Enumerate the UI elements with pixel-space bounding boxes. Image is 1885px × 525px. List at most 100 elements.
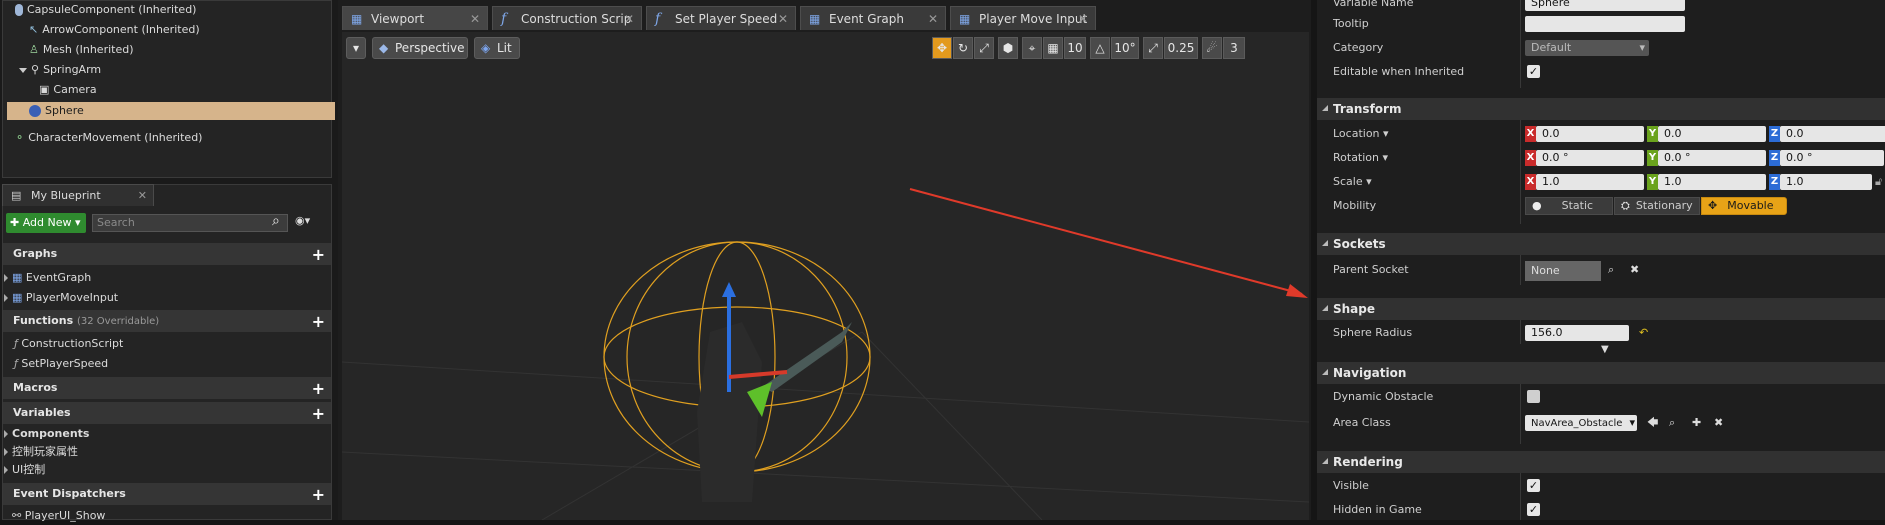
mobility-movable-button[interactable]: ✥ Movable: [1701, 197, 1787, 215]
tree-item-capsule[interactable]: CapsuleComponent (Inherited): [15, 1, 196, 19]
expand-icon: [4, 430, 8, 438]
graph-icon: ▦: [809, 12, 821, 26]
sphere-radius-input[interactable]: 156.0: [1525, 325, 1629, 341]
close-icon[interactable]: ✕: [138, 185, 147, 207]
dynamic-obstacle-checkbox[interactable]: [1527, 390, 1540, 403]
tab-construction-script[interactable]: f Construction Scrip ✕: [492, 6, 642, 30]
collapse-icon: [1322, 305, 1328, 311]
tree-item-charmovement[interactable]: ⚬ CharacterMovement (Inherited): [15, 129, 202, 147]
add-variable-icon[interactable]: +: [312, 403, 325, 425]
annotation-arrow: [909, 188, 1308, 298]
section-transform[interactable]: Transform: [1317, 98, 1885, 120]
viewport[interactable]: ▾ ◆ Perspective ◈ Lit ✥ ↻ ⤢ ⬢ ⌖ ▦ 10 △ 10°…: [342, 32, 1309, 520]
close-icon[interactable]: ✕: [928, 7, 938, 31]
add-macro-icon[interactable]: +: [312, 378, 325, 400]
clear-icon[interactable]: ✖: [1630, 258, 1639, 282]
variable-name-input[interactable]: Sphere: [1525, 0, 1685, 11]
function-item-construction[interactable]: ƒ ConstructionScript: [14, 335, 123, 353]
section-graphs[interactable]: Graphs +: [3, 243, 331, 265]
close-icon[interactable]: ✕: [624, 7, 634, 31]
close-icon[interactable]: ✕: [470, 7, 480, 31]
lock-icon[interactable]: 🔓︎: [1875, 170, 1882, 194]
tree-item-sphere[interactable]: Sphere: [7, 102, 335, 120]
hidden-in-game-checkbox[interactable]: ✓: [1527, 503, 1540, 516]
search-icon[interactable]: ⌕: [1608, 258, 1614, 282]
axis-z-label: Z: [1769, 150, 1780, 166]
tree-item-arrow[interactable]: ↖ ArrowComponent (Inherited): [29, 21, 200, 39]
tree-item-springarm[interactable]: ⚲ SpringArm: [19, 61, 101, 79]
section-variables[interactable]: Variables +: [3, 402, 331, 424]
mobility-stationary-button[interactable]: ⛭ Stationary: [1614, 197, 1700, 215]
function-item-setplayerspeed[interactable]: ƒ SetPlayerSpeed: [14, 355, 108, 373]
section-event-dispatchers[interactable]: Event Dispatchers +: [3, 483, 331, 505]
expand-icon: [4, 274, 8, 282]
axis-z-label: Z: [1769, 174, 1780, 190]
eye-icon[interactable]: ◉▾: [295, 214, 310, 227]
variable-category-components[interactable]: Components: [4, 425, 89, 443]
add-icon[interactable]: ✚: [1692, 411, 1701, 435]
section-sockets[interactable]: Sockets: [1317, 233, 1885, 255]
graph-item-playermoveinput[interactable]: ▦ PlayerMoveInput: [4, 289, 118, 307]
section-navigation[interactable]: Navigation: [1317, 362, 1885, 384]
variable-category-player-attributes[interactable]: 控制玩家属性: [4, 443, 78, 461]
mobility-static-button[interactable]: ● Static: [1525, 197, 1613, 215]
browse-icon[interactable]: ⌕: [1669, 411, 1675, 435]
location-y-input[interactable]: 0.0: [1658, 126, 1766, 142]
area-class-select[interactable]: NavArea_Obstacle ▾: [1525, 415, 1637, 431]
chevron-down-icon: ▾: [75, 216, 81, 229]
axis-y-label: Y: [1647, 174, 1658, 190]
rotation-x-input[interactable]: 0.0 °: [1536, 150, 1644, 166]
add-graph-icon[interactable]: +: [312, 244, 325, 266]
dispatcher-item[interactable]: ⚯ PlayerUI_Show: [12, 507, 105, 525]
visible-checkbox[interactable]: ✓: [1527, 479, 1540, 492]
capsule-icon: [15, 4, 23, 16]
rotation-dropdown[interactable]: Rotation ▾: [1333, 146, 1388, 170]
reset-icon[interactable]: ↶: [1639, 321, 1648, 345]
tab-event-graph[interactable]: ▦ Event Graph ✕: [800, 6, 946, 30]
movable-icon: ✥: [1708, 199, 1718, 212]
variable-category-ui-control[interactable]: UI控制: [4, 461, 45, 479]
close-icon[interactable]: ✕: [778, 7, 788, 31]
parent-socket-field[interactable]: None: [1525, 261, 1601, 281]
category-select[interactable]: Default ▾: [1525, 40, 1649, 56]
search-input[interactable]: Search: [92, 214, 288, 232]
rotation-z-input[interactable]: 0.0 °: [1780, 150, 1884, 166]
row-sphere-radius: Sphere Radius 156.0 ↶: [1317, 321, 1885, 345]
tree-item-mesh[interactable]: ♙ Mesh (Inherited): [29, 41, 134, 59]
advanced-expand-icon[interactable]: ▼: [1601, 344, 1609, 355]
function-icon: f: [655, 11, 661, 27]
tooltip-input[interactable]: [1525, 16, 1685, 32]
row-area-class: Area Class NavArea_Obstacle ▾ 🡄 ⌕ ✚ ✖: [1317, 411, 1885, 435]
section-shape[interactable]: Shape: [1317, 298, 1885, 320]
scale-z-input[interactable]: 1.0: [1780, 174, 1872, 190]
plus-icon: ✚: [10, 216, 20, 229]
mesh-icon: ♙: [29, 43, 39, 56]
tab-my-blueprint[interactable]: ▤ My Blueprint ✕: [2, 184, 154, 206]
section-functions[interactable]: Functions (32 Overridable) +: [3, 310, 331, 332]
location-dropdown[interactable]: Location ▾: [1333, 122, 1389, 146]
add-function-icon[interactable]: +: [312, 311, 325, 333]
row-mobility: Mobility ● Static ⛭ Stationary ✥ Movable: [1317, 194, 1885, 218]
scale-y-input[interactable]: 1.0: [1658, 174, 1766, 190]
add-new-button[interactable]: ✚ Add New ▾: [6, 213, 86, 233]
section-macros[interactable]: Macros +: [3, 377, 331, 399]
search-icon[interactable]: ⌕: [272, 213, 280, 229]
graph-icon: ▦: [12, 291, 23, 304]
tree-item-camera[interactable]: ▣ Camera: [39, 81, 97, 99]
tab-set-player-speed[interactable]: f Set Player Speed ✕: [646, 6, 796, 30]
graph-item-eventgraph[interactable]: ▦ EventGraph: [4, 269, 91, 287]
editable-checkbox[interactable]: ✓: [1527, 65, 1540, 78]
close-icon[interactable]: ✕: [1078, 7, 1088, 31]
scale-x-input[interactable]: 1.0: [1536, 174, 1644, 190]
location-x-input[interactable]: 0.0: [1536, 126, 1644, 142]
clear-icon[interactable]: ✖: [1714, 411, 1723, 435]
rotation-y-input[interactable]: 0.0 °: [1658, 150, 1766, 166]
tab-player-move-input[interactable]: ▦ Player Move Input ✕: [950, 6, 1096, 30]
scale-dropdown[interactable]: Scale ▾: [1333, 170, 1372, 194]
tab-viewport[interactable]: ▦ Viewport ✕: [342, 6, 488, 30]
axis-y-label: Y: [1647, 150, 1658, 166]
use-selected-icon[interactable]: 🡄: [1647, 411, 1658, 435]
location-z-input[interactable]: 0.0: [1780, 126, 1885, 142]
add-dispatcher-icon[interactable]: +: [312, 484, 325, 506]
section-rendering[interactable]: Rendering: [1317, 451, 1885, 473]
